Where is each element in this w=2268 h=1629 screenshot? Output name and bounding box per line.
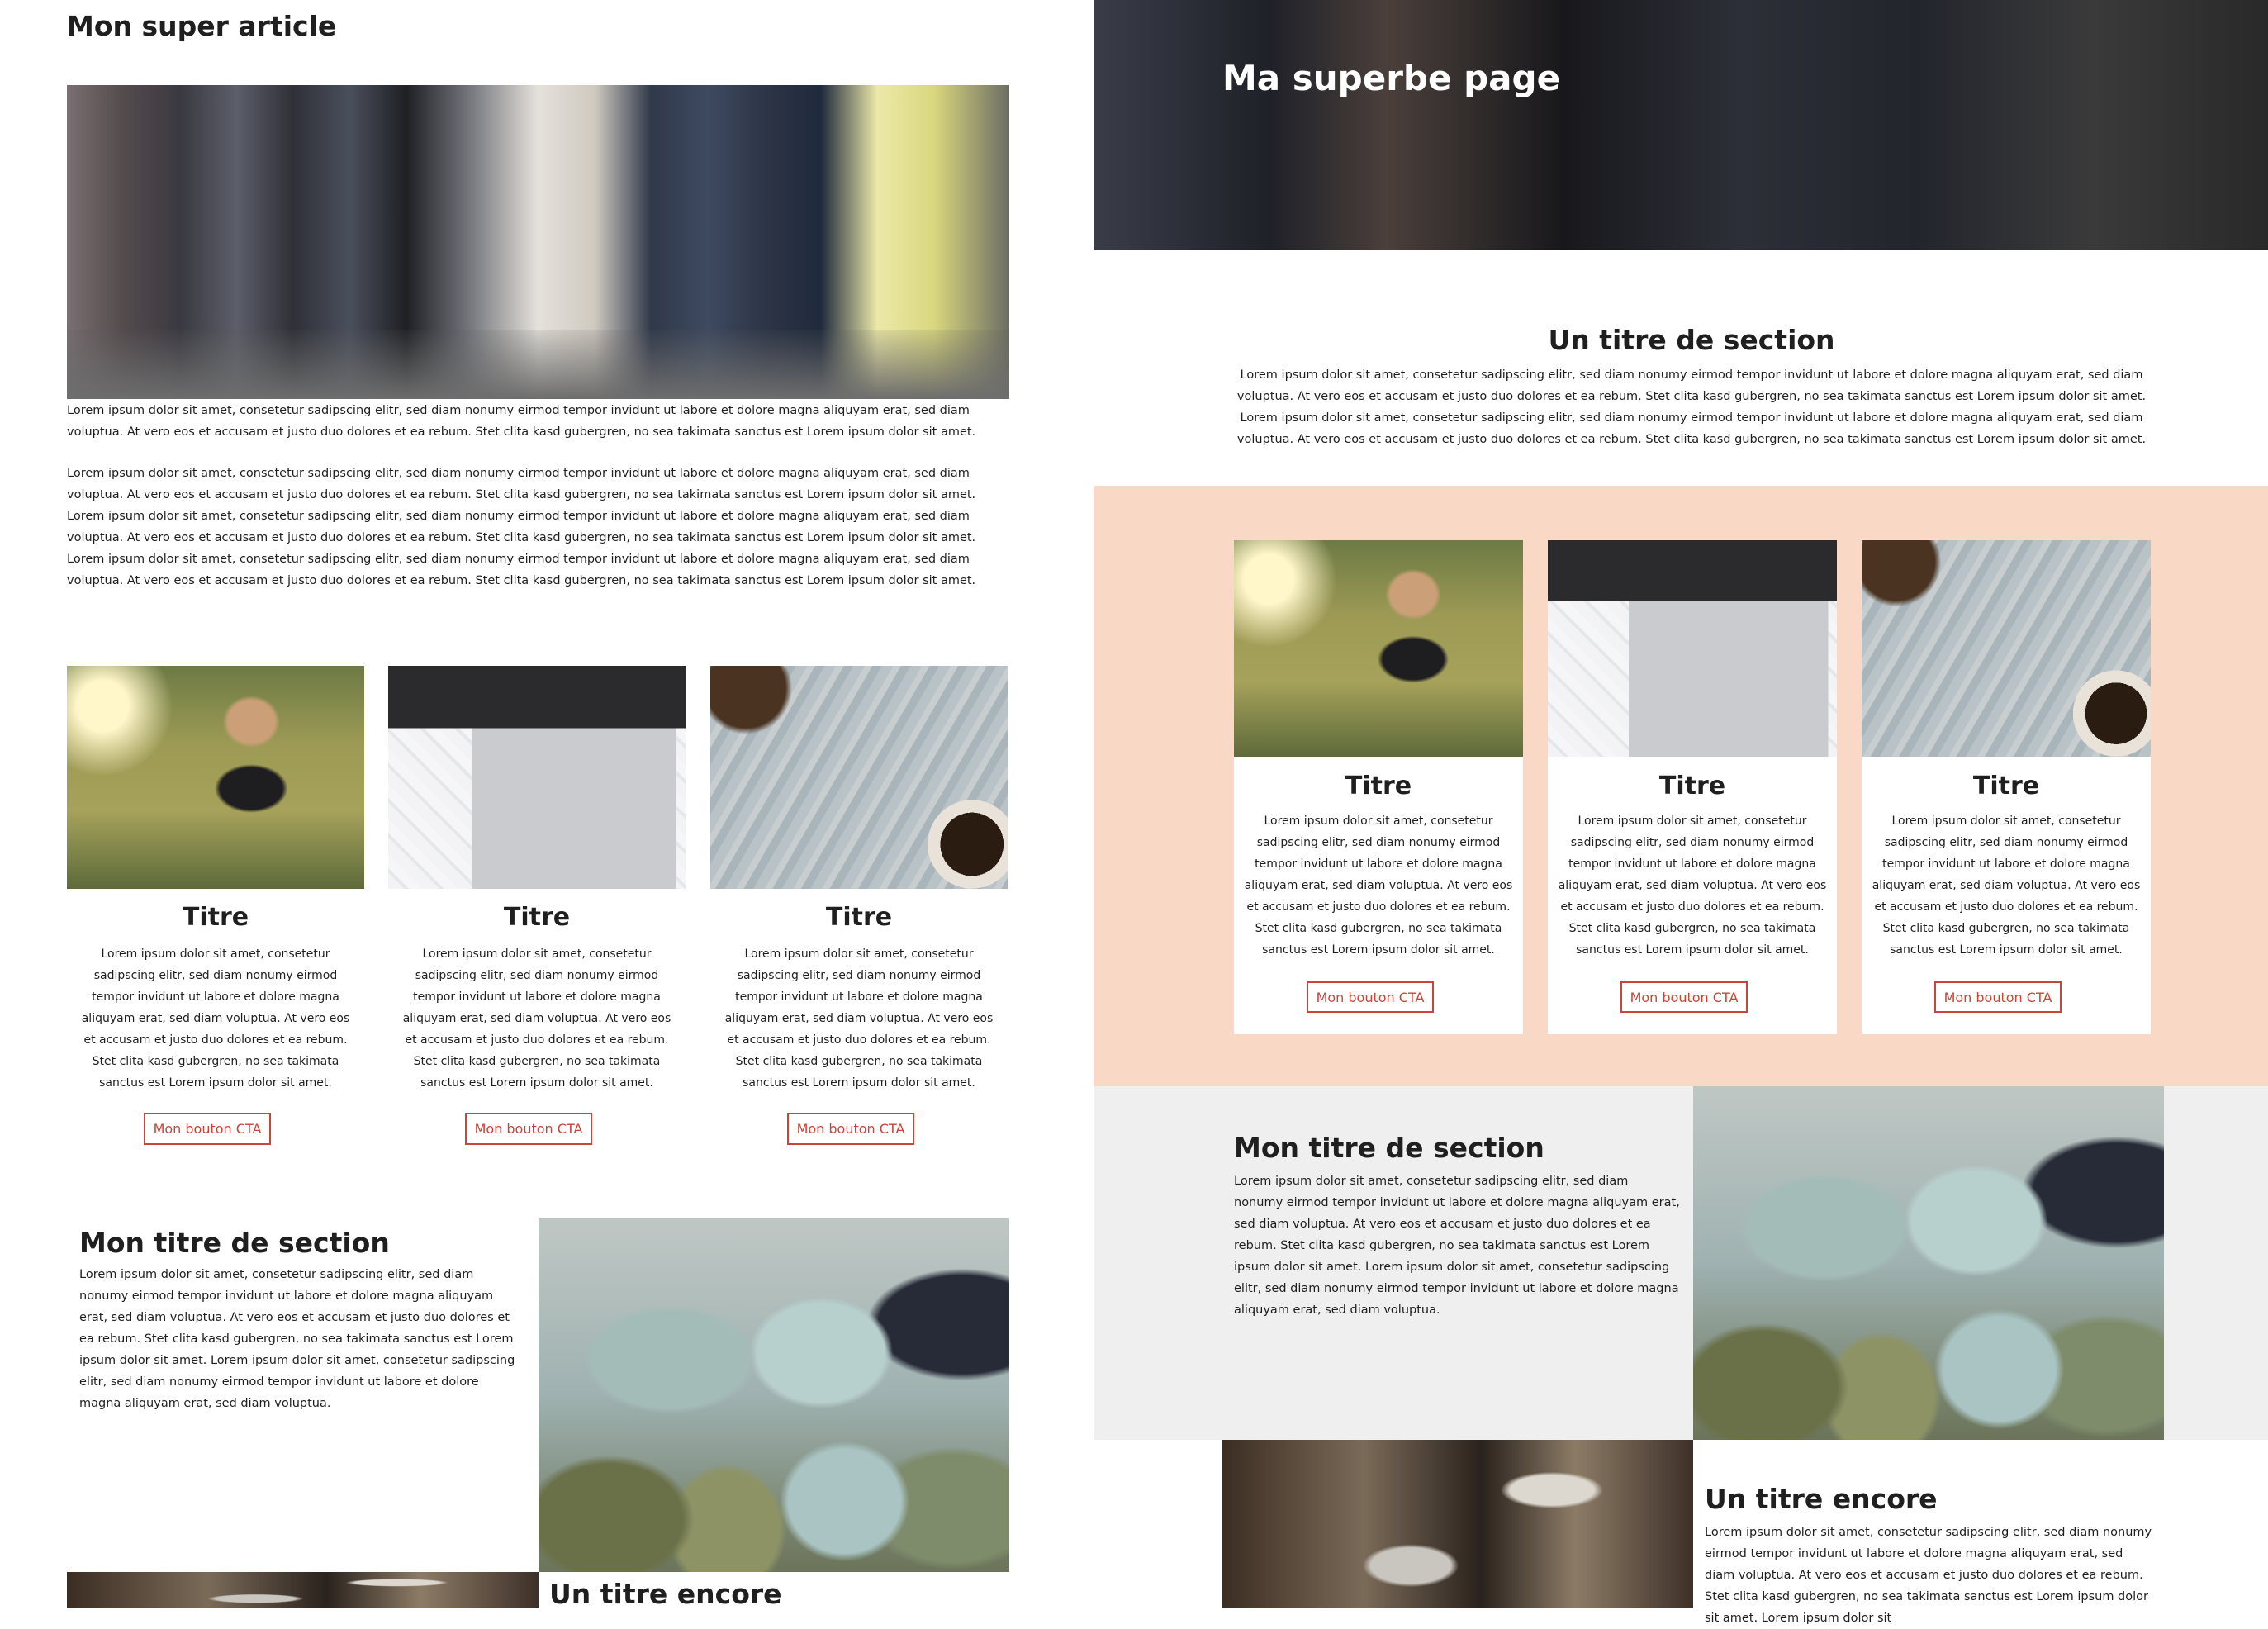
card-title: Titre [1658, 772, 1726, 800]
intro-paragraph-short: Lorem ipsum dolor sit amet, consetetur s… [67, 404, 976, 439]
card-cta-button[interactable]: Mon bouton CTA [1307, 981, 1434, 1013]
card-cta-button[interactable]: Mon bouton CTA [1620, 981, 1748, 1013]
coffee-machine-image [67, 1572, 539, 1608]
section-heading: Un titre de section [1548, 324, 1835, 356]
section-text: Lorem ipsum dolor sit amet, consetetur s… [1234, 1175, 1680, 1317]
card-image-laptop [1548, 540, 1837, 757]
section-title-encore: Un titre encore [549, 1578, 782, 1610]
card-text: Lorem ipsum dolor sit amet, consetetur s… [1558, 814, 1827, 957]
card-image-runner [1234, 540, 1523, 757]
card-image-map [1862, 540, 2151, 757]
card-text: Lorem ipsum dolor sit amet, consetetur s… [1872, 814, 2141, 957]
card-title: Titre [503, 903, 571, 932]
card-title: Titre [825, 903, 893, 932]
vases-image [539, 1218, 1009, 1572]
card-text: Lorem ipsum dolor sit amet, consetetur s… [81, 947, 350, 1090]
card-image-runner [67, 666, 364, 889]
hero-title: Ma superbe page [1222, 58, 1561, 98]
card-image-laptop [388, 666, 686, 889]
hero-banner [1094, 0, 2268, 250]
encore-text: Lorem ipsum dolor sit amet, consetetur s… [1705, 1526, 2152, 1625]
card-text: Lorem ipsum dolor sit amet, consetetur s… [724, 947, 994, 1090]
section-intro: Lorem ipsum dolor sit amet, consetetur s… [1236, 368, 2147, 446]
card-cta-button[interactable]: Mon bouton CTA [465, 1113, 592, 1145]
card-title: Titre [182, 903, 249, 932]
card-title: Titre [1345, 772, 1412, 800]
card-cta-button[interactable]: Mon bouton CTA [1934, 981, 2062, 1013]
coffee-machine-image [1222, 1440, 1693, 1608]
card-text: Lorem ipsum dolor sit amet, consetetur s… [402, 947, 671, 1090]
card-text: Lorem ipsum dolor sit amet, consetetur s… [1244, 814, 1513, 957]
vases-image [1693, 1086, 2164, 1440]
card-cta-button[interactable]: Mon bouton CTA [144, 1113, 271, 1145]
card-cta-button[interactable]: Mon bouton CTA [787, 1113, 914, 1145]
section-title: Mon titre de section [1234, 1132, 1544, 1164]
intro-paragraph-long: Lorem ipsum dolor sit amet, consetetur s… [67, 467, 976, 587]
people-hero-image [67, 85, 1009, 399]
section-title: Mon titre de section [79, 1227, 390, 1259]
article-title: Mon super article [67, 10, 337, 42]
section-text: Lorem ipsum dolor sit amet, consetetur s… [79, 1268, 515, 1410]
section-title-encore: Un titre encore [1705, 1483, 1938, 1515]
card-title: Titre [1972, 772, 2040, 800]
card-image-map [710, 666, 1008, 889]
